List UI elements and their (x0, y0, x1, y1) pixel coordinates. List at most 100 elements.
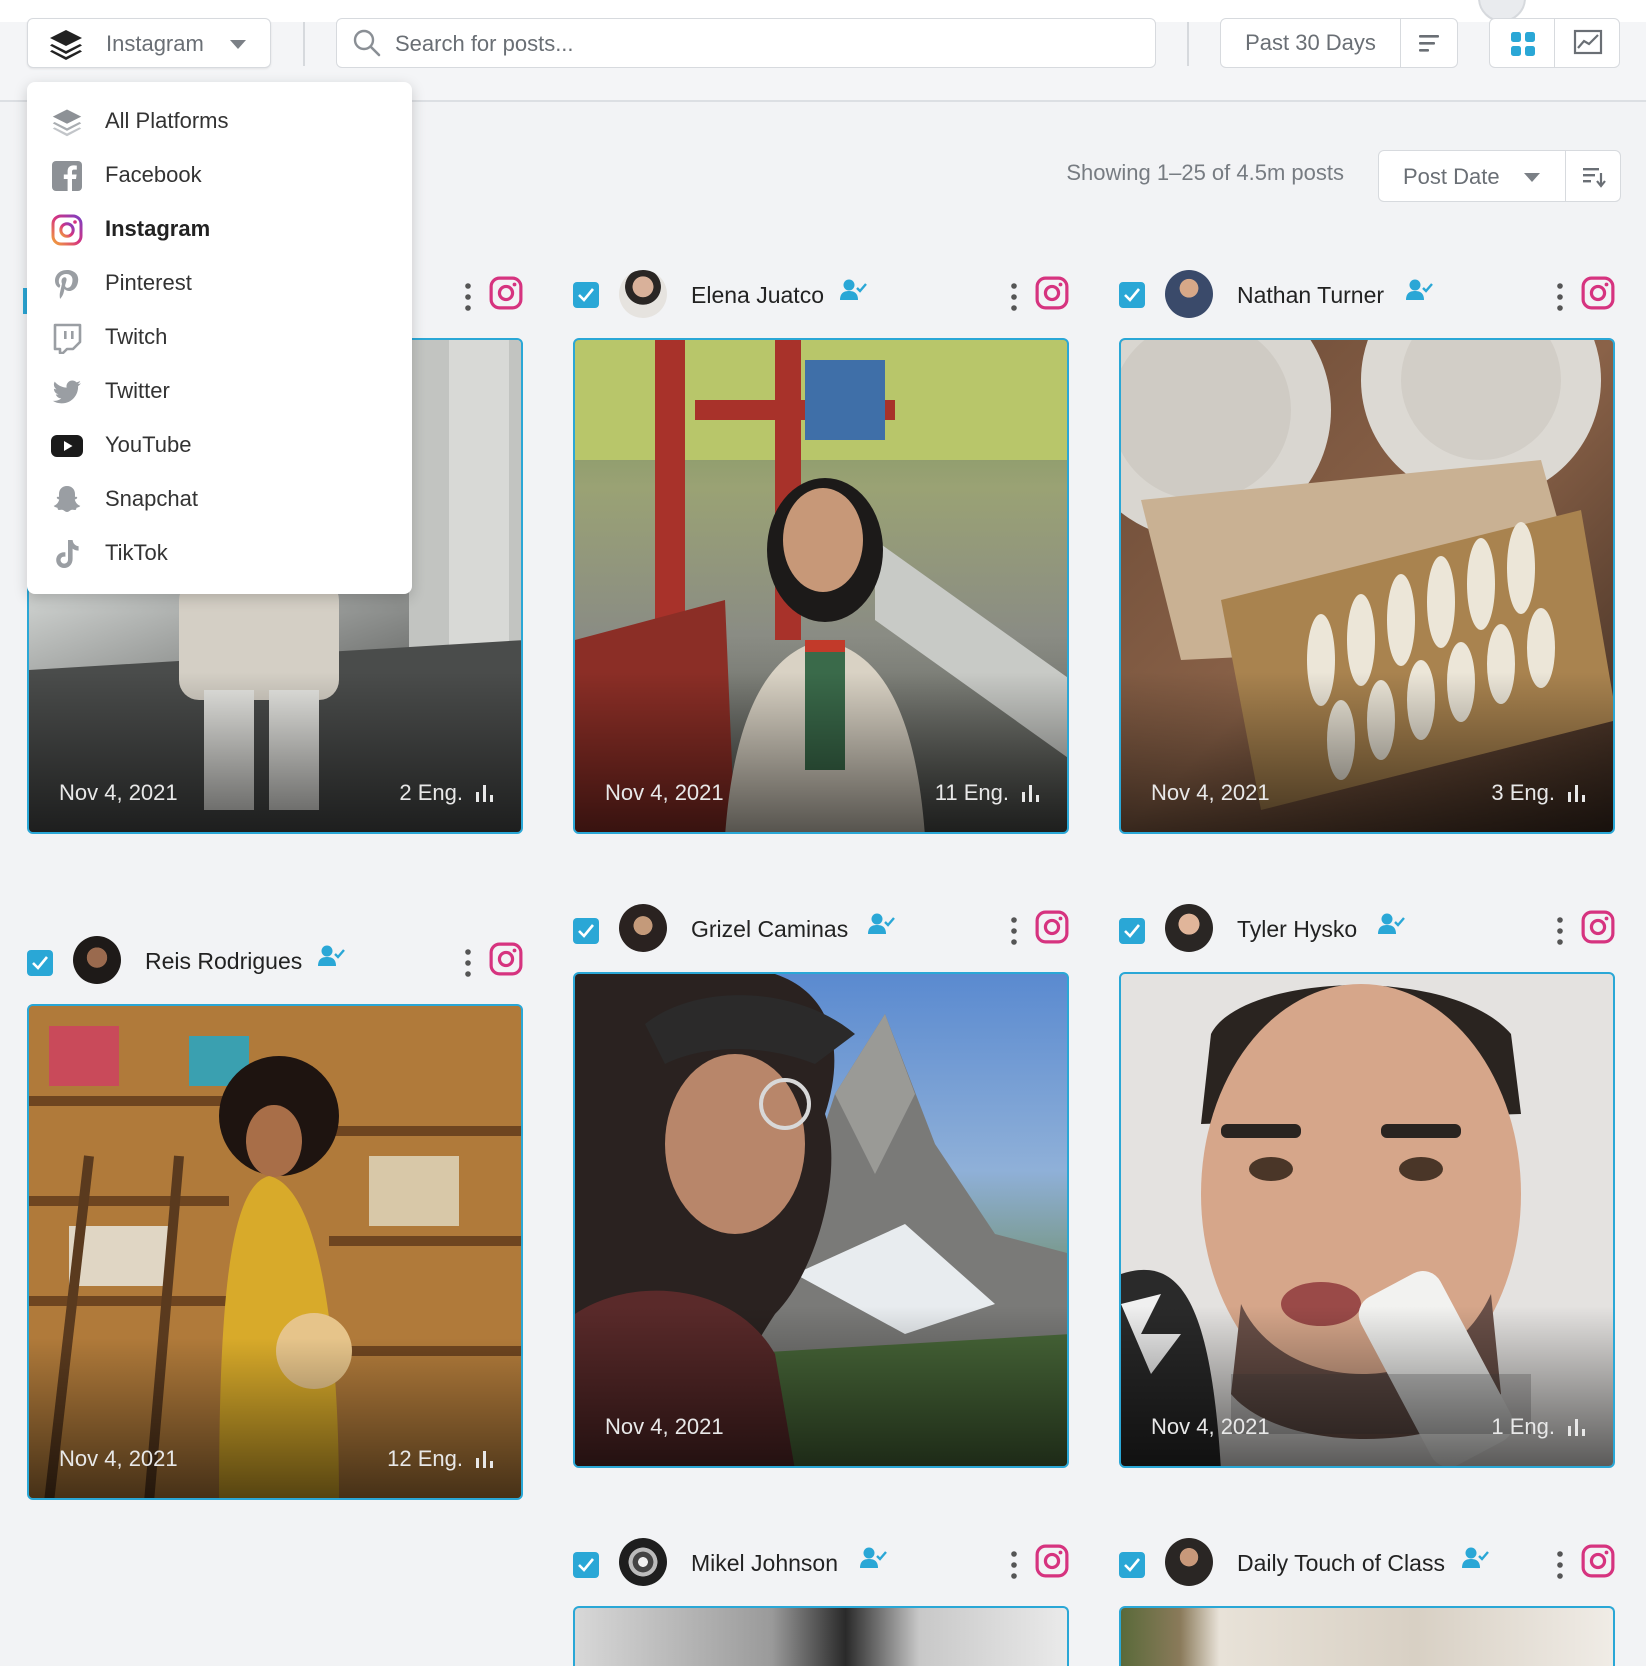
twitch-icon (53, 323, 82, 354)
bar-chart-icon (1568, 785, 1585, 802)
instagram-icon (489, 276, 523, 310)
checkmark-icon (32, 956, 49, 970)
author-name[interactable]: Grizel Caminas (691, 916, 848, 943)
menu-item-tiktok[interactable]: TikTok (27, 526, 412, 580)
sort-direction-button[interactable] (1565, 150, 1621, 202)
avatar[interactable] (1165, 270, 1213, 318)
date-range-button[interactable]: Past 30 Days (1220, 18, 1401, 68)
menu-item-pinterest[interactable]: Pinterest (27, 256, 412, 310)
search-input[interactable] (393, 27, 1137, 61)
avatar[interactable] (619, 904, 667, 952)
snapchat-icon (53, 486, 81, 512)
platform-select-value: Instagram (106, 31, 204, 56)
menu-item-label: Pinterest (105, 270, 192, 295)
menu-item-instagram[interactable]: Instagram (27, 202, 412, 256)
more-options-icon[interactable] (1555, 916, 1565, 946)
author-name[interactable]: Nathan Turner (1237, 282, 1384, 309)
author-name[interactable]: Mikel Johnson (691, 1550, 838, 1577)
filter-button[interactable] (1400, 18, 1458, 68)
grid-view-button[interactable] (1489, 18, 1555, 68)
avatar[interactable] (619, 270, 667, 318)
instagram-icon (1035, 1544, 1069, 1578)
menu-item-youtube[interactable]: YouTube (27, 418, 412, 472)
author-name[interactable]: Elena Juatco (691, 282, 824, 309)
youtube-icon (51, 435, 83, 457)
post-image[interactable]: Nov 4, 2021 3 Eng. (1119, 338, 1615, 834)
post-checkbox[interactable] (1119, 1552, 1145, 1578)
verified-creator-icon (1462, 1547, 1489, 1568)
instagram-icon (1035, 276, 1069, 310)
avatar[interactable] (1165, 904, 1213, 952)
layers-icon (50, 30, 82, 60)
avatar[interactable] (619, 1538, 667, 1586)
checkmark-icon (578, 288, 595, 302)
checkmark-icon (1124, 288, 1141, 302)
avatar[interactable] (1165, 1538, 1213, 1586)
checkmark-icon (578, 1558, 595, 1572)
instagram-icon (51, 214, 83, 246)
post-checkbox[interactable] (573, 282, 599, 308)
platform-dropdown-menu: All Platforms Facebook Instagram Pintere… (27, 82, 412, 594)
more-options-icon[interactable] (463, 948, 473, 978)
author-name[interactable]: Daily Touch of Class (1237, 1550, 1445, 1577)
post-engagement: 12 Eng. (387, 1446, 463, 1471)
post-image[interactable]: Nov 4, 2021 (573, 972, 1069, 1468)
post-checkbox[interactable] (27, 950, 53, 976)
post-checkbox[interactable] (1119, 918, 1145, 944)
post-date: Nov 4, 2021 (59, 780, 178, 805)
search-icon (353, 29, 381, 57)
bar-chart-icon (1568, 1419, 1585, 1436)
instagram-icon (1581, 276, 1615, 310)
image-overlay (1121, 672, 1613, 832)
post-engagement: 2 Eng. (399, 780, 463, 805)
menu-item-label: YouTube (105, 432, 192, 457)
menu-item-all-platforms[interactable]: All Platforms (27, 94, 412, 148)
tiktok-icon (56, 540, 79, 568)
sort-descending-icon (1583, 168, 1606, 188)
bar-chart-icon (476, 1451, 493, 1468)
chevron-down-icon (230, 40, 246, 49)
author-name[interactable]: Reis Rodrigues (145, 948, 302, 975)
author-name[interactable]: Tyler Hysko (1237, 916, 1357, 943)
analytics-view-button[interactable] (1554, 18, 1620, 68)
menu-item-facebook[interactable]: Facebook (27, 148, 412, 202)
post-image[interactable]: Nov 4, 2021 12 Eng. (27, 1004, 523, 1500)
image-overlay (575, 1306, 1067, 1466)
more-options-icon[interactable] (463, 282, 473, 312)
post-image[interactable] (1119, 1606, 1615, 1666)
layers-icon (52, 109, 82, 137)
menu-item-label: Twitch (105, 324, 168, 349)
filter-lines-icon (1419, 35, 1439, 52)
post-checkbox[interactable] (573, 1552, 599, 1578)
menu-item-label: Instagram (105, 216, 211, 241)
more-options-icon[interactable] (1009, 916, 1019, 946)
more-options-icon[interactable] (1009, 1550, 1019, 1580)
menu-item-snapchat[interactable]: Snapchat (27, 472, 412, 526)
image-overlay (29, 1338, 521, 1498)
sort-select[interactable]: Post Date (1378, 150, 1566, 202)
post-image[interactable]: Nov 4, 2021 11 Eng. (573, 338, 1069, 834)
results-count: Showing 1–25 of 4.5m posts (1066, 160, 1344, 185)
post-engagement: 1 Eng. (1491, 1414, 1555, 1439)
more-options-icon[interactable] (1009, 282, 1019, 312)
pinterest-icon (55, 270, 79, 299)
sort-select-value: Post Date (1403, 164, 1500, 189)
more-options-icon[interactable] (1555, 282, 1565, 312)
checkmark-icon (1124, 1558, 1141, 1572)
menu-item-label: All Platforms (105, 108, 229, 133)
platform-select[interactable]: Instagram (27, 18, 271, 68)
menu-item-twitter[interactable]: Twitter (27, 364, 412, 418)
post-image[interactable] (573, 1606, 1069, 1666)
post-checkbox[interactable] (1119, 282, 1145, 308)
post-image[interactable]: Nov 4, 2021 1 Eng. (1119, 972, 1615, 1468)
more-options-icon[interactable] (1555, 1550, 1565, 1580)
menu-item-twitch[interactable]: Twitch (27, 310, 412, 364)
checkmark-icon (1124, 924, 1141, 938)
avatar[interactable] (73, 936, 121, 984)
instagram-icon (1035, 910, 1069, 944)
twitter-icon (52, 380, 81, 404)
verified-creator-icon (868, 913, 895, 934)
search-box[interactable] (336, 18, 1156, 68)
line-chart-icon (1573, 29, 1603, 55)
post-checkbox[interactable] (573, 918, 599, 944)
